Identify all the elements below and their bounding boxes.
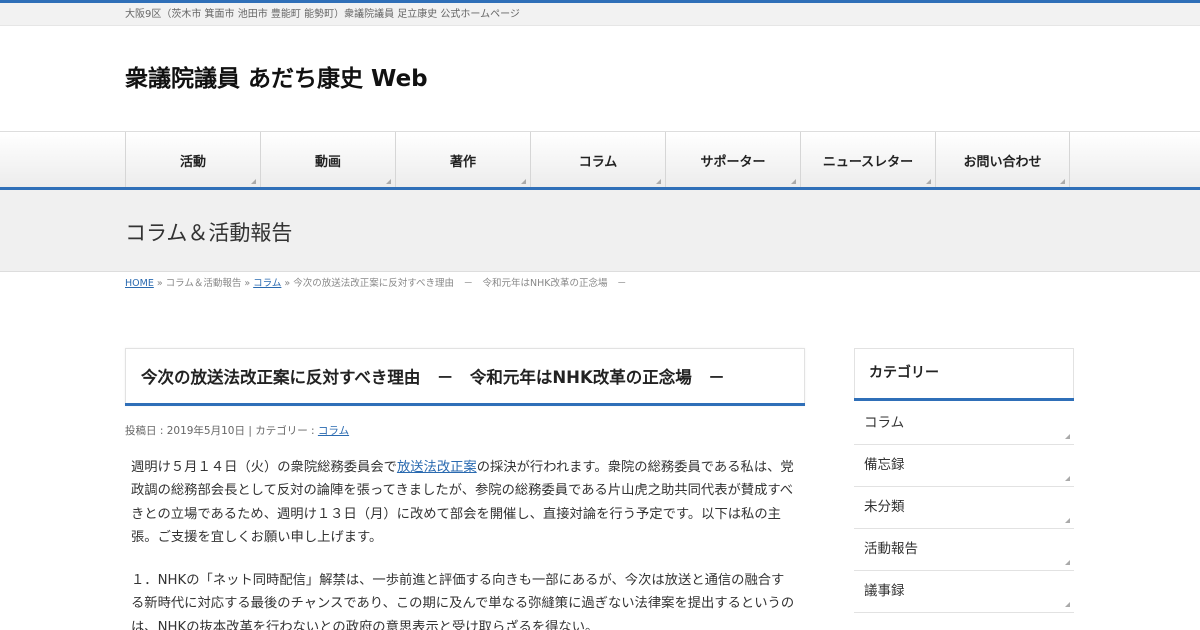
site-title[interactable]: 衆議院議員 あだち康史 Web xyxy=(125,64,428,94)
category-item-column[interactable]: コラム xyxy=(854,403,1074,445)
corner-arrow-icon xyxy=(1065,602,1070,607)
corner-arrow-icon xyxy=(656,179,661,184)
category-item-memo[interactable]: 備忘録 xyxy=(854,445,1074,487)
nav-item-supporter[interactable]: サポーター xyxy=(665,132,800,188)
corner-arrow-icon xyxy=(1060,179,1065,184)
nav-item-video[interactable]: 動画 xyxy=(260,132,395,188)
post-meta-text: 投稿日 : 2019年5月10日 | カテゴリー : xyxy=(125,425,318,437)
nav-item-activity[interactable]: 活動 xyxy=(125,132,260,188)
category-item-activity-report[interactable]: 活動報告 xyxy=(854,529,1074,571)
post-title: 今次の放送法改正案に反対すべき理由 － 令和元年はNHK改革の正念場 － xyxy=(141,368,725,387)
site-tagline: 大阪9区（茨木市 箕面市 池田市 豊能町 能勢町）衆議院議員 足立康史 公式ホー… xyxy=(125,9,520,20)
corner-arrow-icon xyxy=(791,179,796,184)
post-paragraph: 週明け５月１４日（火）の衆院総務委員会で放送法改正案の採決が行われます。衆院の総… xyxy=(131,456,797,549)
corner-arrow-icon xyxy=(521,179,526,184)
breadcrumb-category-link[interactable]: コラム xyxy=(253,278,281,289)
post-paragraph: １．NHKの「ネット同時配信」解禁は、一歩前進と評価する向きも一部にあるが、今次… xyxy=(131,573,795,630)
nav-item-label: 活動 xyxy=(179,154,206,170)
category-label: コラム xyxy=(864,415,905,431)
corner-arrow-icon xyxy=(1065,560,1070,565)
sidebar-category-header: カテゴリー xyxy=(854,348,1074,399)
breadcrumb: HOME» コラム＆活動報告» コラム» 今次の放送法改正案に反対すべき理由 － 令和… xyxy=(125,278,627,290)
post-title-underline xyxy=(125,403,805,406)
nav-item-newsletter[interactable]: ニュースレター xyxy=(800,132,935,188)
post-text: 週明け５月１４日（火）の衆院総務委員会で xyxy=(131,460,397,475)
corner-arrow-icon xyxy=(386,179,391,184)
post-meta: 投稿日 : 2019年5月10日 | カテゴリー : コラム xyxy=(125,425,349,438)
sidebar-category-title: カテゴリー xyxy=(869,365,939,381)
page-header: コラム＆活動報告 xyxy=(0,190,1200,272)
nav-item-label: ニュースレター xyxy=(822,154,914,170)
nav-item-label: サポーター xyxy=(700,154,766,170)
corner-arrow-icon xyxy=(926,179,931,184)
nav-item-contact[interactable]: お問い合わせ xyxy=(935,132,1070,188)
tagline-bar: 大阪9区（茨木市 箕面市 池田市 豊能町 能勢町）衆議院議員 足立康史 公式ホー… xyxy=(0,3,1200,26)
post-title-box: 今次の放送法改正案に反対すべき理由 － 令和元年はNHK改革の正念場 － xyxy=(125,348,805,406)
breadcrumb-home-link[interactable]: HOME xyxy=(125,278,154,289)
nav-item-label: 動画 xyxy=(314,154,341,170)
sidebar-category-underline xyxy=(854,398,1074,401)
corner-arrow-icon xyxy=(1065,518,1070,523)
nav-item-label: 著作 xyxy=(449,154,476,170)
breadcrumb-separator: » xyxy=(156,278,163,289)
category-label: 議事録 xyxy=(864,583,905,599)
breadcrumb-current: 今次の放送法改正案に反対すべき理由 － 令和元年はNHK改革の正念場 － xyxy=(293,278,627,289)
breadcrumb-separator: » xyxy=(244,278,251,289)
corner-arrow-icon xyxy=(1065,476,1070,481)
category-label: 活動報告 xyxy=(864,541,918,557)
broadcast-law-link[interactable]: 放送法改正案 xyxy=(397,460,477,475)
corner-arrow-icon xyxy=(1065,434,1070,439)
breadcrumb-separator: » xyxy=(284,278,291,289)
category-item-minutes[interactable]: 議事録 xyxy=(854,571,1074,613)
post-body: 週明け５月１４日（火）の衆院総務委員会で放送法改正案の採決が行われます。衆院の総… xyxy=(131,456,797,630)
category-item-uncategorized[interactable]: 未分類 xyxy=(854,487,1074,529)
global-nav: 活動 動画 著作 コラム サポーター ニュースレター お問い合わせ xyxy=(0,131,1200,188)
page-title: コラム＆活動報告 xyxy=(125,221,293,245)
nav-item-books[interactable]: 著作 xyxy=(395,132,530,188)
sidebar-category-list: コラム 備忘録 未分類 活動報告 議事録 xyxy=(854,403,1074,613)
category-label: 備忘録 xyxy=(864,457,905,473)
category-label: 未分類 xyxy=(864,499,905,515)
nav-item-label: コラム xyxy=(578,154,618,170)
nav-item-label: お問い合わせ xyxy=(963,154,1042,170)
corner-arrow-icon xyxy=(251,179,256,184)
nav-item-column[interactable]: コラム xyxy=(530,132,665,188)
breadcrumb-section: コラム＆活動報告 xyxy=(165,278,242,289)
post-category-link[interactable]: コラム xyxy=(318,425,349,437)
